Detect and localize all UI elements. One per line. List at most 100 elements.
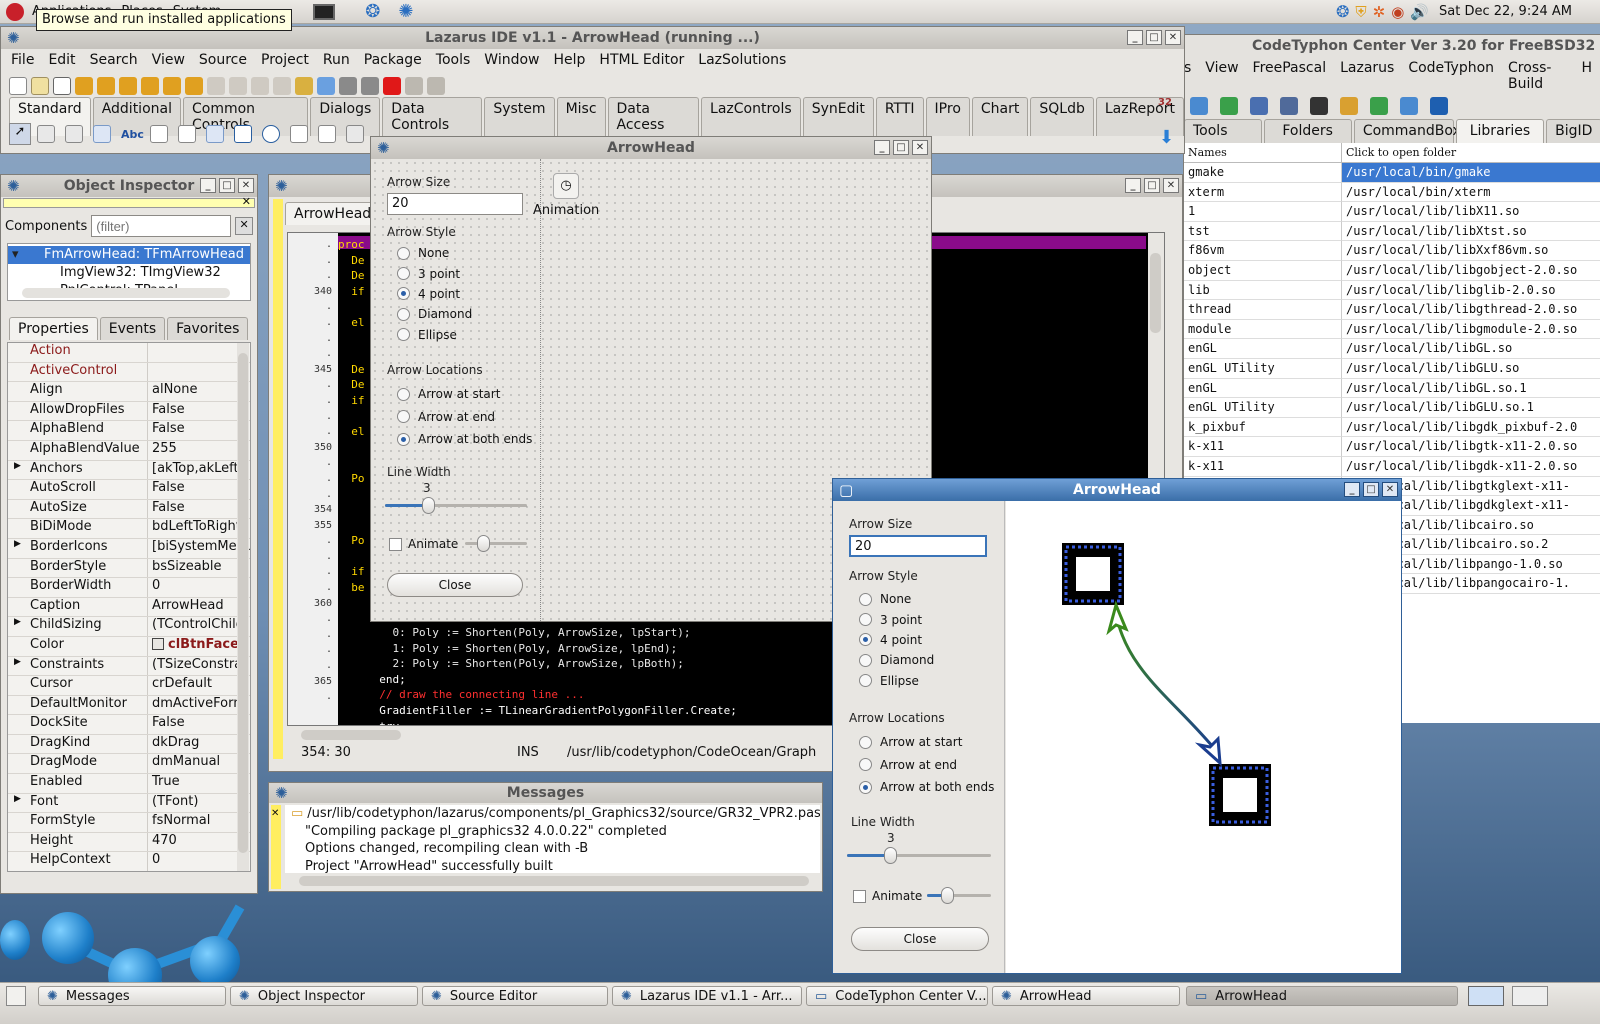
ide-menu-window[interactable]: Window bbox=[484, 52, 539, 68]
close-button[interactable]: ✕ bbox=[238, 178, 254, 193]
property-value[interactable]: (TSizeConstra bbox=[148, 657, 250, 676]
radio-icon[interactable] bbox=[397, 267, 410, 281]
library-row[interactable]: tst/usr/local/lib/libXtst.so bbox=[1184, 221, 1600, 242]
workspace-switcher[interactable] bbox=[1468, 986, 1504, 1006]
library-path[interactable]: /usr/local/lib/libX11.so bbox=[1342, 202, 1600, 222]
property-row[interactable]: AllowDropFiles False bbox=[8, 401, 250, 422]
library-path[interactable]: /usr/local/lib/libgdk-x11-2.0.so bbox=[1342, 457, 1600, 477]
library-path[interactable]: /usr/local/bin/xterm bbox=[1342, 183, 1600, 203]
start-box[interactable] bbox=[1062, 543, 1124, 605]
radio-icon[interactable] bbox=[859, 633, 872, 647]
library-path[interactable]: /usr/local/lib/libgmodule-2.0.so bbox=[1342, 320, 1600, 340]
library-row[interactable]: f86vm/usr/local/lib/libXxf86vm.so bbox=[1184, 241, 1600, 261]
property-row[interactable]: Caption ArrowHead bbox=[8, 597, 250, 618]
design-style-4-point[interactable]: 4 point bbox=[397, 284, 472, 304]
taskbar-button-0[interactable]: ✺ Messages bbox=[38, 986, 226, 1006]
design-close-button[interactable]: Close bbox=[387, 573, 523, 597]
tbutton-icon[interactable] bbox=[93, 125, 111, 143]
ct-menu-crossbuild[interactable]: Cross-Build bbox=[1508, 60, 1567, 92]
property-row[interactable]: BiDiMode bdLeftToRight bbox=[8, 519, 250, 539]
palette-tab-data-controls[interactable]: Data Controls bbox=[382, 97, 483, 136]
property-row[interactable]: Height 470 bbox=[8, 832, 250, 853]
library-path[interactable]: /usr/local/lib/libgtk-x11-2.0.so bbox=[1342, 437, 1600, 457]
style-ellipse[interactable]: Ellipse bbox=[859, 671, 934, 691]
close-button[interactable]: ✕ bbox=[1163, 178, 1179, 193]
library-row[interactable]: 1/usr/local/lib/libX11.so bbox=[1184, 202, 1600, 222]
animate-checkbox[interactable]: Animate bbox=[853, 889, 922, 903]
ide-menu-source[interactable]: Source bbox=[199, 52, 247, 68]
property-value[interactable]: False bbox=[148, 402, 250, 421]
tlabel-icon[interactable]: Abc bbox=[121, 128, 144, 141]
line-width-slider[interactable] bbox=[847, 845, 991, 865]
design-control-panel[interactable]: Arrow Size 20 Arrow Style None 3 point 4 p… bbox=[371, 159, 541, 621]
terminal-launcher-icon[interactable] bbox=[313, 3, 336, 20]
property-value[interactable]: dmActiveForm bbox=[148, 696, 250, 715]
ide-menu-search[interactable]: Search bbox=[90, 52, 138, 68]
message-item[interactable]: Options changed, recompiling clean with … bbox=[291, 840, 820, 858]
ide-menu-run[interactable]: Run bbox=[323, 52, 350, 68]
radio-icon[interactable] bbox=[397, 246, 410, 260]
expand-icon[interactable]: ▶ bbox=[14, 794, 21, 804]
close-button[interactable]: ✕ bbox=[1165, 30, 1181, 45]
property-value[interactable]: False bbox=[148, 715, 250, 734]
volume-icon[interactable]: 🔊 bbox=[1410, 3, 1429, 21]
minimize-button[interactable]: _ bbox=[1125, 178, 1141, 193]
taskbar-button-6[interactable]: ▭ ArrowHead bbox=[1186, 986, 1458, 1006]
radio-icon[interactable] bbox=[859, 780, 872, 794]
maximize-button[interactable]: □ bbox=[219, 178, 235, 193]
ct-tool-icon[interactable] bbox=[1400, 97, 1418, 115]
stop-icon[interactable] bbox=[383, 77, 401, 95]
radio-icon[interactable] bbox=[397, 328, 410, 342]
tscrollbar-icon[interactable] bbox=[345, 125, 364, 143]
tcheckbox-icon[interactable] bbox=[233, 125, 252, 143]
maximize-button[interactable]: □ bbox=[893, 140, 909, 155]
ct-tab-tools[interactable]: Tools bbox=[1184, 119, 1262, 143]
ide-menu-project[interactable]: Project bbox=[261, 52, 309, 68]
message-item[interactable]: "Compiling package pl_graphics32 4.0.0.2… bbox=[291, 823, 820, 841]
design-arrow-size-field[interactable]: 20 bbox=[387, 193, 523, 215]
ct-menu-lazarus[interactable]: Lazarus bbox=[1340, 60, 1394, 92]
maximize-button[interactable]: □ bbox=[1146, 30, 1162, 45]
workspace-switcher-2[interactable] bbox=[1512, 986, 1548, 1006]
design-style-diamond[interactable]: Diamond bbox=[397, 304, 472, 324]
taskbar-button-5[interactable]: ✺ ArrowHead bbox=[992, 986, 1180, 1006]
loc-arrow-at-both-ends[interactable]: Arrow at both ends bbox=[859, 776, 994, 799]
minimize-button[interactable]: _ bbox=[1127, 30, 1143, 45]
property-row[interactable]: BorderWidth 0 bbox=[8, 578, 250, 598]
ide-menu-tools[interactable]: Tools bbox=[436, 52, 471, 68]
property-value[interactable]: [biSystemMenu bbox=[148, 539, 250, 558]
taskbar-button-1[interactable]: ✺ Object Inspector bbox=[230, 986, 418, 1006]
palette-down-icon[interactable]: ⬇ bbox=[1159, 127, 1179, 148]
property-value[interactable]: True bbox=[148, 774, 250, 793]
radio-icon[interactable] bbox=[397, 432, 410, 446]
library-row[interactable]: enGL/usr/local/lib/libGL.so.1 bbox=[1184, 378, 1600, 399]
ct-terminal-icon[interactable] bbox=[1310, 97, 1328, 115]
radio-icon[interactable] bbox=[859, 758, 872, 772]
design-loc-arrow-at-both-ends[interactable]: Arrow at both ends bbox=[397, 428, 532, 451]
property-value[interactable]: (TFont) bbox=[148, 794, 250, 813]
style-diamond[interactable]: Diamond bbox=[859, 650, 934, 670]
taskbar-button-2[interactable]: ✺ Source Editor bbox=[422, 986, 608, 1006]
applications-icon[interactable] bbox=[6, 2, 24, 21]
pause-icon[interactable] bbox=[361, 77, 379, 95]
property-row[interactable]: DockSite False bbox=[8, 715, 250, 735]
ct-tool-icon[interactable] bbox=[1370, 97, 1388, 115]
tab-properties[interactable]: Properties bbox=[9, 317, 98, 340]
property-value[interactable]: 0 bbox=[148, 852, 250, 871]
tlistbox-icon[interactable] bbox=[289, 125, 308, 143]
palette-tab-misc[interactable]: Misc bbox=[556, 97, 606, 136]
design-style-none[interactable]: None bbox=[397, 243, 472, 263]
radio-icon[interactable] bbox=[859, 735, 872, 749]
tmainmenu-icon[interactable] bbox=[37, 125, 55, 143]
property-value[interactable]: 0 bbox=[148, 578, 250, 597]
arrow-canvas[interactable] bbox=[1006, 501, 1401, 973]
end-box[interactable] bbox=[1209, 764, 1271, 826]
palette-tab-system[interactable]: System bbox=[484, 97, 555, 136]
clear-filter-icon[interactable]: ✕ bbox=[235, 217, 253, 235]
design-loc-arrow-at-end[interactable]: Arrow at end bbox=[397, 406, 532, 429]
ct-tool-icon[interactable] bbox=[1280, 97, 1298, 115]
save-icon[interactable] bbox=[119, 77, 137, 95]
property-row[interactable]: DragMode dmManual bbox=[8, 754, 250, 775]
tab-events[interactable]: Events bbox=[99, 317, 166, 340]
message-item[interactable]: Project "ArrowHead" successfully built bbox=[291, 858, 820, 874]
